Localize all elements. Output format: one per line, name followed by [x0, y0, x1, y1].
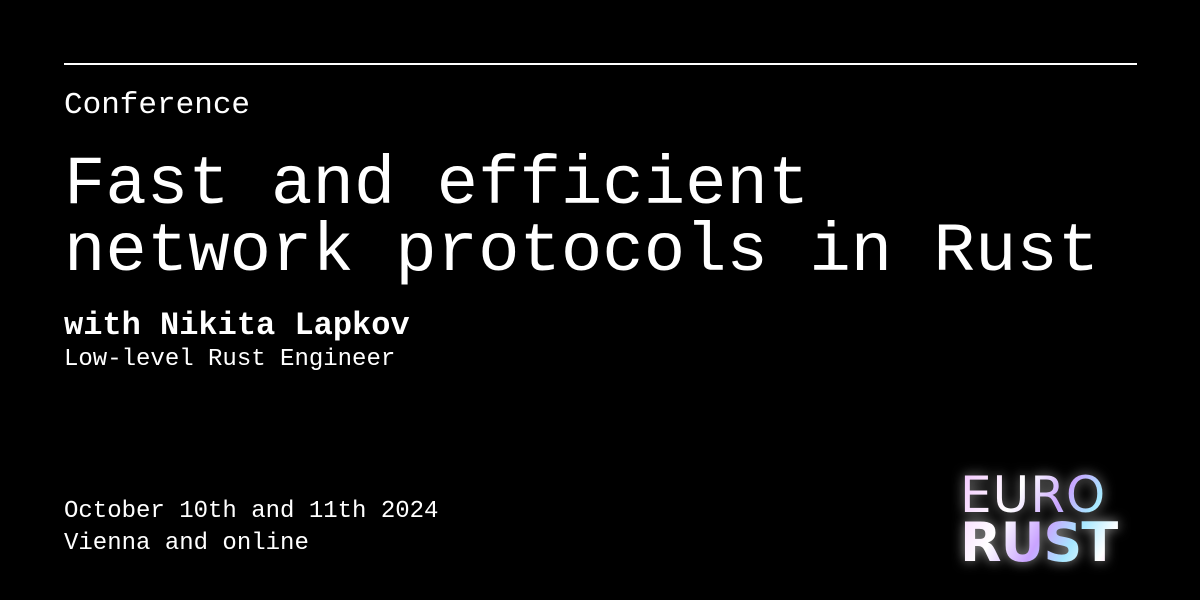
event-category: Conference [64, 88, 251, 123]
event-location: Vienna and online [64, 530, 309, 557]
top-divider [64, 63, 1137, 65]
talk-title-line: Fast and efficient [64, 146, 810, 224]
logo-line-rust: RUST [960, 511, 1118, 574]
speaker-role: Low-level Rust Engineer [64, 346, 396, 373]
speaker-name: with Nikita Lapkov [64, 307, 410, 344]
event-date: October 10th and 11th 2024 [64, 498, 439, 525]
talk-title: Fast and efficient network protocols in … [64, 146, 1100, 291]
talk-title-line: network protocols in Rust [64, 213, 1100, 291]
eurorust-logo: EURO RUST [960, 470, 1140, 570]
